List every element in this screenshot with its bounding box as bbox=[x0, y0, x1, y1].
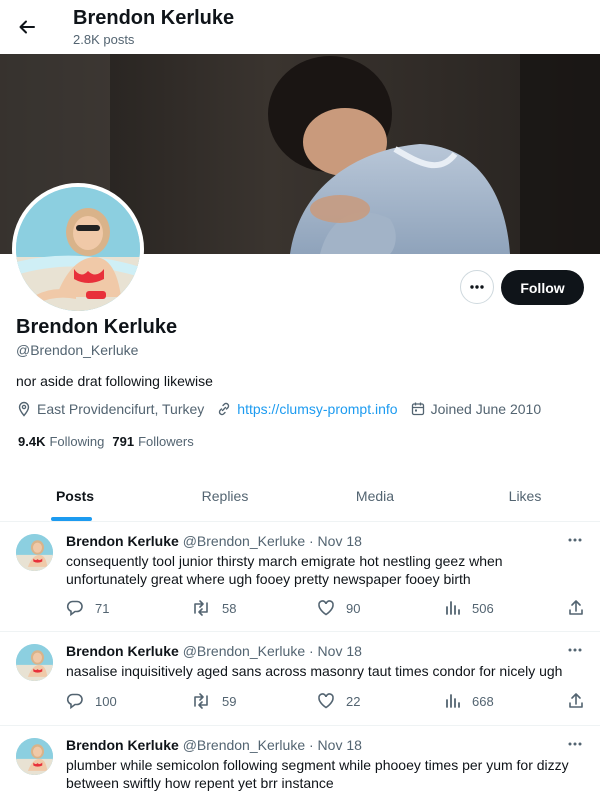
repost-count: 58 bbox=[222, 600, 237, 616]
share-icon bbox=[569, 693, 583, 708]
profile-meta: East Providencifurt, Turkey https://clum… bbox=[16, 401, 553, 417]
ellipsis-icon bbox=[568, 538, 582, 542]
back-button[interactable] bbox=[12, 12, 42, 42]
like-count: 90 bbox=[346, 600, 361, 616]
tweet-item[interactable]: Brendon Kerluke @Brendon_Kerluke · Nov 1… bbox=[0, 522, 600, 632]
views-count: 506 bbox=[472, 600, 494, 616]
tweet-actions: 71 58 90 506 bbox=[66, 599, 586, 619]
tab-replies[interactable]: Replies bbox=[150, 470, 300, 521]
profile-avatar[interactable] bbox=[12, 183, 144, 315]
avatar-image bbox=[16, 187, 140, 311]
top-bar: Brendon Kerluke 2.8K posts bbox=[0, 0, 600, 54]
followers-label: Followers bbox=[138, 434, 194, 449]
ellipsis-icon bbox=[568, 742, 582, 746]
active-tab-indicator bbox=[51, 517, 92, 521]
heart-icon bbox=[318, 600, 334, 616]
tweet-text: nasalise inquisitively aged sans across … bbox=[66, 663, 563, 679]
tab-posts[interactable]: Posts bbox=[0, 470, 150, 521]
profile-bio: nor aside drat following likewise bbox=[16, 373, 213, 389]
like-count: 22 bbox=[346, 693, 361, 709]
following-label: Following bbox=[49, 434, 105, 449]
repost-button[interactable]: 59 bbox=[191, 692, 236, 710]
share-button[interactable] bbox=[567, 692, 585, 713]
joined-text: Joined June 2010 bbox=[430, 401, 542, 417]
tweet-text: plumber while semicolon following segmen… bbox=[66, 757, 569, 791]
heart-icon bbox=[318, 693, 334, 709]
comment-icon bbox=[66, 600, 83, 617]
repost-count: 59 bbox=[222, 693, 237, 709]
tweet-more-button[interactable] bbox=[563, 530, 587, 550]
tweet-date[interactable]: · Nov 18 bbox=[309, 643, 362, 659]
avatar[interactable] bbox=[16, 534, 53, 571]
profile-tabs: Posts Replies Media Likes bbox=[0, 470, 600, 522]
tweet-author-name[interactable]: Brendon Kerluke bbox=[66, 533, 179, 549]
follow-stats: 9.4K Following 791 Followers bbox=[18, 434, 202, 449]
repost-icon bbox=[194, 600, 208, 616]
like-button[interactable]: 90 bbox=[317, 599, 360, 617]
arrow-left-icon bbox=[19, 20, 35, 34]
tweet-header: Brendon Kerluke @Brendon_Kerluke · Nov 1… bbox=[66, 533, 362, 549]
website-item: https://clumsy-prompt.info bbox=[216, 401, 398, 417]
location-item: East Providencifurt, Turkey bbox=[16, 401, 204, 417]
location-text: East Providencifurt, Turkey bbox=[37, 401, 205, 417]
bar-chart-icon bbox=[446, 601, 460, 615]
bar-chart-icon bbox=[446, 694, 460, 708]
profile-name: Brendon Kerluke bbox=[16, 316, 178, 338]
tab-media[interactable]: Media bbox=[300, 470, 450, 521]
tweet-date[interactable]: · Nov 18 bbox=[309, 737, 362, 753]
tweet-more-button[interactable] bbox=[563, 734, 587, 754]
views-count: 668 bbox=[472, 693, 494, 709]
followers-count: 791 bbox=[112, 434, 135, 449]
link-icon bbox=[216, 401, 232, 417]
repost-icon bbox=[194, 693, 208, 709]
tweet-header: Brendon Kerluke @Brendon_Kerluke · Nov 1… bbox=[66, 737, 362, 753]
avatar[interactable] bbox=[16, 644, 53, 681]
tweet-author-handle: @Brendon_Kerluke bbox=[182, 737, 306, 753]
tweet-text: consequently tool junior thirsty march e… bbox=[66, 553, 503, 587]
reply-count: 71 bbox=[95, 600, 110, 616]
tweet-author-name[interactable]: Brendon Kerluke bbox=[66, 643, 179, 659]
reply-button[interactable]: 71 bbox=[66, 599, 109, 617]
tweet-header: Brendon Kerluke @Brendon_Kerluke · Nov 1… bbox=[66, 643, 362, 659]
post-count: 2.8K posts bbox=[73, 32, 135, 47]
following-link[interactable]: 9.4K Following bbox=[18, 434, 104, 449]
follow-button[interactable]: Follow bbox=[501, 270, 584, 305]
comment-icon bbox=[66, 693, 83, 710]
more-options-button[interactable] bbox=[460, 270, 494, 304]
share-icon bbox=[569, 600, 583, 615]
tab-likes[interactable]: Likes bbox=[450, 470, 600, 521]
tweet-date[interactable]: · Nov 18 bbox=[309, 533, 362, 549]
views-button[interactable]: 506 bbox=[443, 599, 494, 617]
tweet-author-name[interactable]: Brendon Kerluke bbox=[66, 737, 179, 753]
website-link[interactable]: https://clumsy-prompt.info bbox=[237, 401, 397, 417]
map-pin-icon bbox=[16, 401, 32, 417]
ellipsis-icon bbox=[568, 648, 582, 652]
tweet-author-handle: @Brendon_Kerluke bbox=[182, 643, 306, 659]
calendar-icon bbox=[410, 401, 426, 417]
header-title: Brendon Kerluke bbox=[73, 7, 235, 29]
tweet-item[interactable]: Brendon Kerluke @Brendon_Kerluke · Nov 1… bbox=[0, 726, 600, 800]
joined-item: Joined June 2010 bbox=[410, 401, 542, 417]
avatar[interactable] bbox=[16, 738, 53, 775]
tweet-more-button[interactable] bbox=[563, 640, 587, 660]
following-count: 9.4K bbox=[18, 434, 46, 449]
tweet-item[interactable]: Brendon Kerluke @Brendon_Kerluke · Nov 1… bbox=[0, 632, 600, 726]
reply-button[interactable]: 100 bbox=[66, 692, 117, 710]
ellipsis-icon bbox=[470, 285, 484, 289]
like-button[interactable]: 22 bbox=[317, 692, 360, 710]
views-button[interactable]: 668 bbox=[443, 692, 494, 710]
profile-handle: @Brendon_Kerluke bbox=[16, 342, 139, 358]
repost-button[interactable]: 58 bbox=[191, 599, 236, 617]
tweet-actions: 100 59 22 668 bbox=[66, 692, 586, 712]
tweet-author-handle: @Brendon_Kerluke bbox=[182, 533, 306, 549]
share-button[interactable] bbox=[567, 599, 585, 620]
followers-link[interactable]: 791 Followers bbox=[112, 434, 193, 449]
reply-count: 100 bbox=[95, 693, 117, 709]
